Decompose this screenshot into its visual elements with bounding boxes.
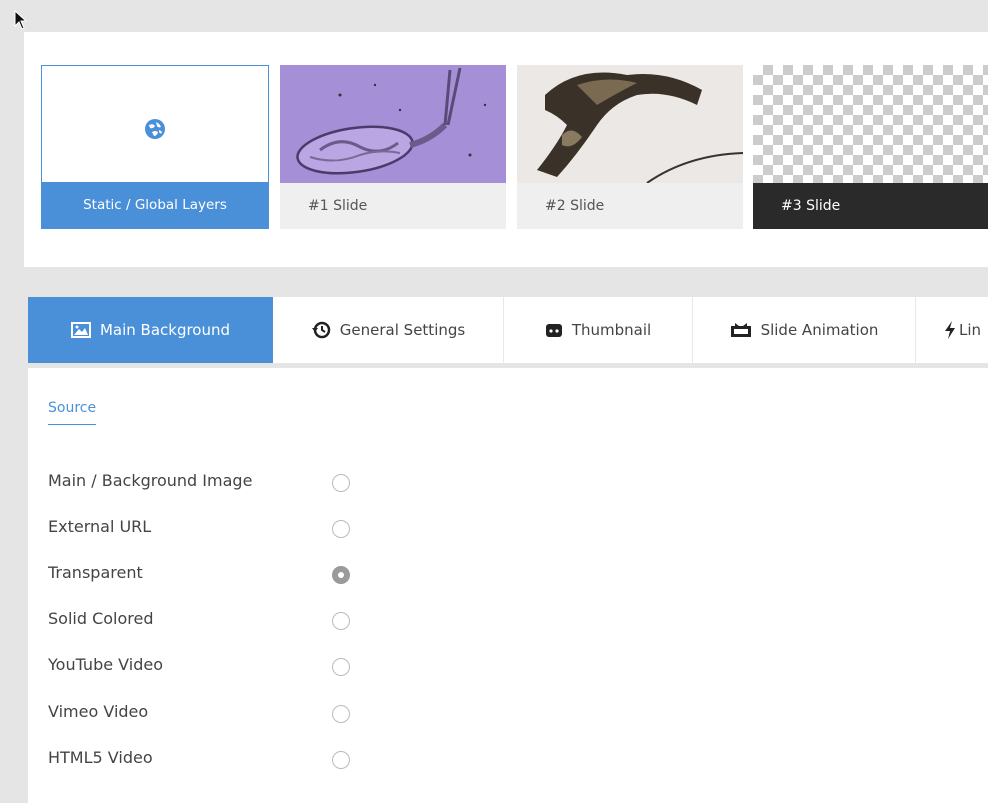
- slide-label: #3 Slide: [753, 183, 988, 229]
- tab-general-settings[interactable]: General Settings: [273, 297, 504, 363]
- tab-label: Thumbnail: [571, 321, 652, 339]
- image-icon: [70, 322, 91, 338]
- option-label: Solid Colored: [48, 609, 154, 628]
- tab-links[interactable]: Lin: [916, 297, 988, 363]
- option-label: External URL: [48, 517, 152, 536]
- transition-icon: [730, 322, 752, 338]
- option-label: Transparent: [48, 563, 143, 582]
- slide-2[interactable]: #2 Slide: [517, 65, 743, 229]
- slide-thumbnail: [280, 65, 506, 183]
- tab-label: Main Background: [99, 321, 231, 339]
- slide-settings-tabs: Main Background General Settings Thumbna…: [28, 297, 988, 363]
- robot-icon: [545, 321, 563, 339]
- slide-2-image: [517, 65, 743, 183]
- slide-label: #2 Slide: [545, 198, 605, 214]
- radio-external-url[interactable]: [332, 520, 350, 538]
- option-label: HTML5 Video: [48, 748, 153, 767]
- slide-thumbnail: [517, 65, 743, 183]
- globe-icon: [145, 119, 165, 139]
- source-subtab[interactable]: Source: [48, 400, 97, 425]
- option-label: YouTube Video: [48, 655, 163, 674]
- slide-3[interactable]: #3 Slide: [753, 65, 988, 229]
- slide-1-image: [280, 65, 506, 183]
- slide-label: Static / Global Layers: [42, 182, 268, 228]
- slide-label: #1 Slide: [308, 198, 368, 214]
- radio-solid-colored[interactable]: [332, 612, 350, 630]
- bolt-icon: [944, 321, 956, 339]
- transparent-checkerboard: [753, 65, 988, 183]
- slide-selector-panel: Static / Global Layers #1 Slide #2 Slide…: [24, 32, 988, 267]
- radio-html5-video[interactable]: [332, 751, 350, 769]
- tab-label: Slide Animation: [760, 321, 879, 339]
- tab-slide-animation[interactable]: Slide Animation: [693, 297, 916, 363]
- radio-youtube-video[interactable]: [332, 658, 350, 676]
- main-background-panel: Source Main / Background Image External …: [28, 368, 988, 803]
- option-label: Main / Background Image: [48, 471, 253, 490]
- tab-label: General Settings: [339, 321, 466, 339]
- tab-thumbnail[interactable]: Thumbnail: [504, 297, 693, 363]
- slide-thumbnail: [42, 66, 268, 182]
- slide-static-global-layers[interactable]: Static / Global Layers: [41, 65, 269, 229]
- tab-main-background[interactable]: Main Background: [28, 297, 273, 363]
- radio-main-background-image[interactable]: [332, 474, 350, 492]
- history-icon: [311, 320, 331, 340]
- radio-transparent[interactable]: [332, 566, 350, 584]
- option-label: Vimeo Video: [48, 702, 149, 721]
- mouse-pointer-icon: [14, 10, 28, 30]
- slide-1[interactable]: #1 Slide: [280, 65, 506, 229]
- tab-label: Lin: [959, 321, 982, 339]
- radio-vimeo-video[interactable]: [332, 705, 350, 723]
